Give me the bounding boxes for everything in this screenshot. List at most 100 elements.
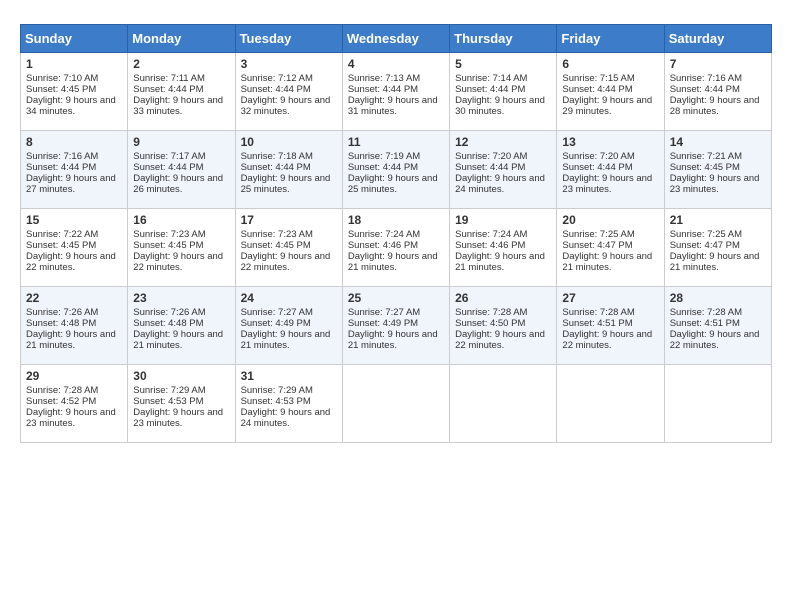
calendar-cell: 31Sunrise: 7:29 AMSunset: 4:53 PMDayligh… bbox=[235, 365, 342, 443]
sunrise-label: Sunrise: 7:27 AM bbox=[348, 307, 420, 318]
sunrise-label: Sunrise: 7:27 AM bbox=[241, 307, 313, 318]
sunrise-label: Sunrise: 7:18 AM bbox=[241, 151, 313, 162]
day-number: 3 bbox=[241, 57, 337, 71]
sunset-label: Sunset: 4:50 PM bbox=[455, 318, 525, 329]
calendar-cell: 1Sunrise: 7:10 AMSunset: 4:45 PMDaylight… bbox=[21, 53, 128, 131]
daylight-label: Daylight: 9 hours and 23 minutes. bbox=[26, 407, 116, 429]
header-friday: Friday bbox=[557, 25, 664, 53]
sunrise-label: Sunrise: 7:26 AM bbox=[133, 307, 205, 318]
calendar-cell: 27Sunrise: 7:28 AMSunset: 4:51 PMDayligh… bbox=[557, 287, 664, 365]
calendar-cell: 15Sunrise: 7:22 AMSunset: 4:45 PMDayligh… bbox=[21, 209, 128, 287]
calendar-header-row: SundayMondayTuesdayWednesdayThursdayFrid… bbox=[21, 25, 772, 53]
header-tuesday: Tuesday bbox=[235, 25, 342, 53]
sunset-label: Sunset: 4:45 PM bbox=[26, 240, 96, 251]
sunset-label: Sunset: 4:44 PM bbox=[26, 162, 96, 173]
sunset-label: Sunset: 4:45 PM bbox=[26, 84, 96, 95]
day-number: 20 bbox=[562, 213, 658, 227]
calendar-cell: 7Sunrise: 7:16 AMSunset: 4:44 PMDaylight… bbox=[664, 53, 771, 131]
daylight-label: Daylight: 9 hours and 30 minutes. bbox=[455, 95, 545, 117]
day-number: 12 bbox=[455, 135, 551, 149]
sunset-label: Sunset: 4:51 PM bbox=[562, 318, 632, 329]
daylight-label: Daylight: 9 hours and 25 minutes. bbox=[241, 173, 331, 195]
day-number: 31 bbox=[241, 369, 337, 383]
calendar-cell: 24Sunrise: 7:27 AMSunset: 4:49 PMDayligh… bbox=[235, 287, 342, 365]
day-number: 16 bbox=[133, 213, 229, 227]
sunrise-label: Sunrise: 7:14 AM bbox=[455, 73, 527, 84]
sunrise-label: Sunrise: 7:17 AM bbox=[133, 151, 205, 162]
calendar-cell: 18Sunrise: 7:24 AMSunset: 4:46 PMDayligh… bbox=[342, 209, 449, 287]
sunrise-label: Sunrise: 7:16 AM bbox=[26, 151, 98, 162]
day-number: 5 bbox=[455, 57, 551, 71]
day-number: 25 bbox=[348, 291, 444, 305]
calendar-cell: 12Sunrise: 7:20 AMSunset: 4:44 PMDayligh… bbox=[450, 131, 557, 209]
calendar-cell: 16Sunrise: 7:23 AMSunset: 4:45 PMDayligh… bbox=[128, 209, 235, 287]
calendar-cell: 8 Sunrise: 7:16 AMSunset: 4:44 PMDaylight… bbox=[21, 131, 128, 209]
day-number: 9 bbox=[133, 135, 229, 149]
daylight-label: Daylight: 9 hours and 23 minutes. bbox=[670, 173, 760, 195]
sunrise-label: Sunrise: 7:19 AM bbox=[348, 151, 420, 162]
day-number: 19 bbox=[455, 213, 551, 227]
calendar-cell: 23Sunrise: 7:26 AMSunset: 4:48 PMDayligh… bbox=[128, 287, 235, 365]
day-number: 21 bbox=[670, 213, 766, 227]
calendar-week-3: 15Sunrise: 7:22 AMSunset: 4:45 PMDayligh… bbox=[21, 209, 772, 287]
daylight-label: Daylight: 9 hours and 22 minutes. bbox=[455, 329, 545, 351]
sunset-label: Sunset: 4:47 PM bbox=[670, 240, 740, 251]
sunrise-label: Sunrise: 7:28 AM bbox=[562, 307, 634, 318]
sunrise-label: Sunrise: 7:11 AM bbox=[133, 73, 205, 84]
sunset-label: Sunset: 4:48 PM bbox=[26, 318, 96, 329]
sunset-label: Sunset: 4:44 PM bbox=[562, 162, 632, 173]
header-sunday: Sunday bbox=[21, 25, 128, 53]
sunrise-label: Sunrise: 7:29 AM bbox=[133, 385, 205, 396]
calendar-cell: 28Sunrise: 7:28 AMSunset: 4:51 PMDayligh… bbox=[664, 287, 771, 365]
daylight-label: Daylight: 9 hours and 28 minutes. bbox=[670, 95, 760, 117]
day-number: 8 bbox=[26, 135, 122, 149]
daylight-label: Daylight: 9 hours and 22 minutes. bbox=[670, 329, 760, 351]
calendar-cell: 14Sunrise: 7:21 AMSunset: 4:45 PMDayligh… bbox=[664, 131, 771, 209]
sunrise-label: Sunrise: 7:23 AM bbox=[241, 229, 313, 240]
day-number: 26 bbox=[455, 291, 551, 305]
sunrise-label: Sunrise: 7:29 AM bbox=[241, 385, 313, 396]
calendar-cell bbox=[342, 365, 449, 443]
daylight-label: Daylight: 9 hours and 21 minutes. bbox=[348, 329, 438, 351]
calendar-cell bbox=[450, 365, 557, 443]
calendar-cell: 9Sunrise: 7:17 AMSunset: 4:44 PMDaylight… bbox=[128, 131, 235, 209]
day-number: 11 bbox=[348, 135, 444, 149]
sunrise-label: Sunrise: 7:25 AM bbox=[562, 229, 634, 240]
sunset-label: Sunset: 4:44 PM bbox=[455, 84, 525, 95]
sunrise-label: Sunrise: 7:24 AM bbox=[348, 229, 420, 240]
daylight-label: Daylight: 9 hours and 23 minutes. bbox=[133, 407, 223, 429]
day-number: 14 bbox=[670, 135, 766, 149]
header-wednesday: Wednesday bbox=[342, 25, 449, 53]
day-number: 10 bbox=[241, 135, 337, 149]
calendar-cell: 29Sunrise: 7:28 AMSunset: 4:52 PMDayligh… bbox=[21, 365, 128, 443]
day-number: 18 bbox=[348, 213, 444, 227]
daylight-label: Daylight: 9 hours and 34 minutes. bbox=[26, 95, 116, 117]
calendar-cell: 17Sunrise: 7:23 AMSunset: 4:45 PMDayligh… bbox=[235, 209, 342, 287]
day-number: 1 bbox=[26, 57, 122, 71]
day-number: 17 bbox=[241, 213, 337, 227]
header-monday: Monday bbox=[128, 25, 235, 53]
sunrise-label: Sunrise: 7:16 AM bbox=[670, 73, 742, 84]
daylight-label: Daylight: 9 hours and 27 minutes. bbox=[26, 173, 116, 195]
sunrise-label: Sunrise: 7:28 AM bbox=[670, 307, 742, 318]
daylight-label: Daylight: 9 hours and 24 minutes. bbox=[241, 407, 331, 429]
sunset-label: Sunset: 4:49 PM bbox=[241, 318, 311, 329]
header-saturday: Saturday bbox=[664, 25, 771, 53]
daylight-label: Daylight: 9 hours and 21 minutes. bbox=[455, 251, 545, 273]
day-number: 29 bbox=[26, 369, 122, 383]
sunset-label: Sunset: 4:44 PM bbox=[562, 84, 632, 95]
sunset-label: Sunset: 4:44 PM bbox=[348, 162, 418, 173]
sunset-label: Sunset: 4:45 PM bbox=[133, 240, 203, 251]
daylight-label: Daylight: 9 hours and 31 minutes. bbox=[348, 95, 438, 117]
day-number: 4 bbox=[348, 57, 444, 71]
day-number: 15 bbox=[26, 213, 122, 227]
calendar-cell: 2Sunrise: 7:11 AMSunset: 4:44 PMDaylight… bbox=[128, 53, 235, 131]
calendar-cell: 13Sunrise: 7:20 AMSunset: 4:44 PMDayligh… bbox=[557, 131, 664, 209]
sunset-label: Sunset: 4:44 PM bbox=[455, 162, 525, 173]
daylight-label: Daylight: 9 hours and 33 minutes. bbox=[133, 95, 223, 117]
daylight-label: Daylight: 9 hours and 29 minutes. bbox=[562, 95, 652, 117]
daylight-label: Daylight: 9 hours and 24 minutes. bbox=[455, 173, 545, 195]
day-number: 7 bbox=[670, 57, 766, 71]
sunset-label: Sunset: 4:52 PM bbox=[26, 396, 96, 407]
daylight-label: Daylight: 9 hours and 26 minutes. bbox=[133, 173, 223, 195]
